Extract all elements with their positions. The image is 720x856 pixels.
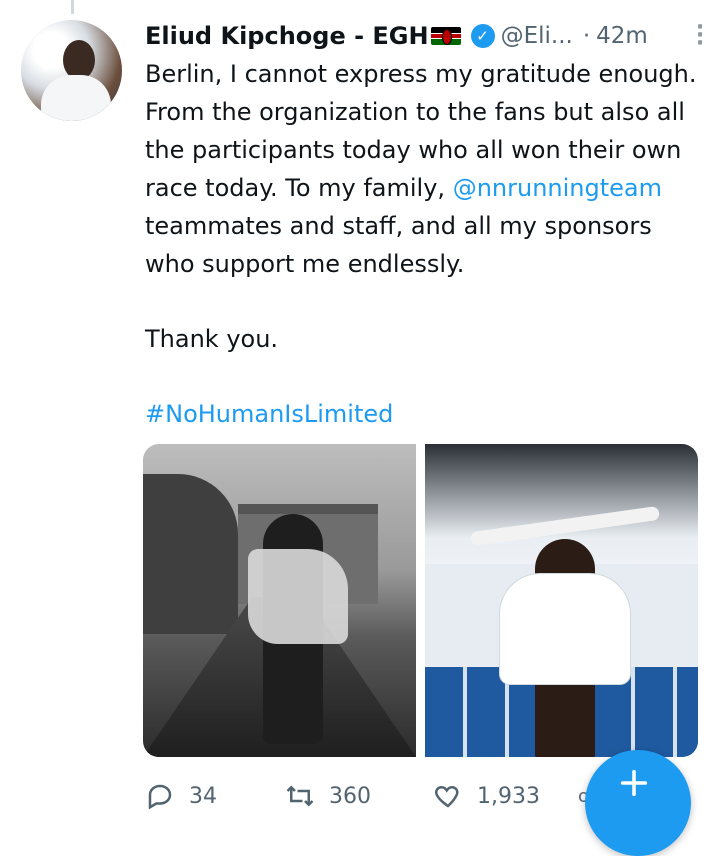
media-grid (143, 444, 698, 757)
thread-line (71, 0, 74, 14)
compose-tweet-button[interactable] (585, 750, 691, 856)
tweet-time[interactable]: 42m (596, 23, 648, 49)
avatar[interactable] (21, 20, 122, 121)
photo-flag (248, 549, 348, 644)
tweet-text-thanks: Thank you. (145, 325, 279, 353)
retweet-count: 360 (329, 783, 371, 809)
verified-badge-icon: ✓ (470, 24, 495, 48)
retweet-icon (286, 785, 314, 807)
reply-button[interactable]: 34 (145, 781, 285, 811)
like-count: 1,933 (477, 783, 540, 809)
photo-trees (143, 474, 238, 634)
author-handle[interactable]: @Eli... (501, 23, 573, 49)
photo-runner-brandenburg-gate[interactable] (143, 444, 416, 757)
heart-icon (435, 785, 459, 808)
more-vertical-icon[interactable]: · · · (694, 17, 706, 55)
avatar-face (63, 40, 95, 80)
tweet-text-line: teammates and staff, and all my sponsors… (145, 212, 652, 278)
author-name[interactable]: Eliud Kipchoge - EGH (145, 22, 429, 50)
tweet-text: Berlin, I cannot express my gratitude en… (145, 55, 705, 433)
hashtag-link[interactable]: #NoHumanIsLimited (145, 400, 393, 428)
photo-jacket (500, 574, 630, 684)
plus-icon (620, 769, 648, 797)
reply-count: 34 (189, 783, 217, 809)
kenya-flag-icon (430, 27, 461, 45)
separator-dot: · (582, 23, 591, 49)
reply-icon (148, 784, 172, 810)
mention-link[interactable]: @nnrunningteam (453, 174, 662, 202)
like-button[interactable]: 1,933 (433, 781, 593, 811)
tweet-header: Eliud Kipchoge - EGH ✓ @Eli... · 42m · · · (145, 16, 706, 56)
photo-winner-celebration[interactable] (425, 444, 698, 757)
tweet-actions: 34 360 1,933 (145, 776, 595, 816)
retweet-button[interactable]: 360 (285, 781, 433, 811)
avatar-shirt (41, 75, 111, 121)
